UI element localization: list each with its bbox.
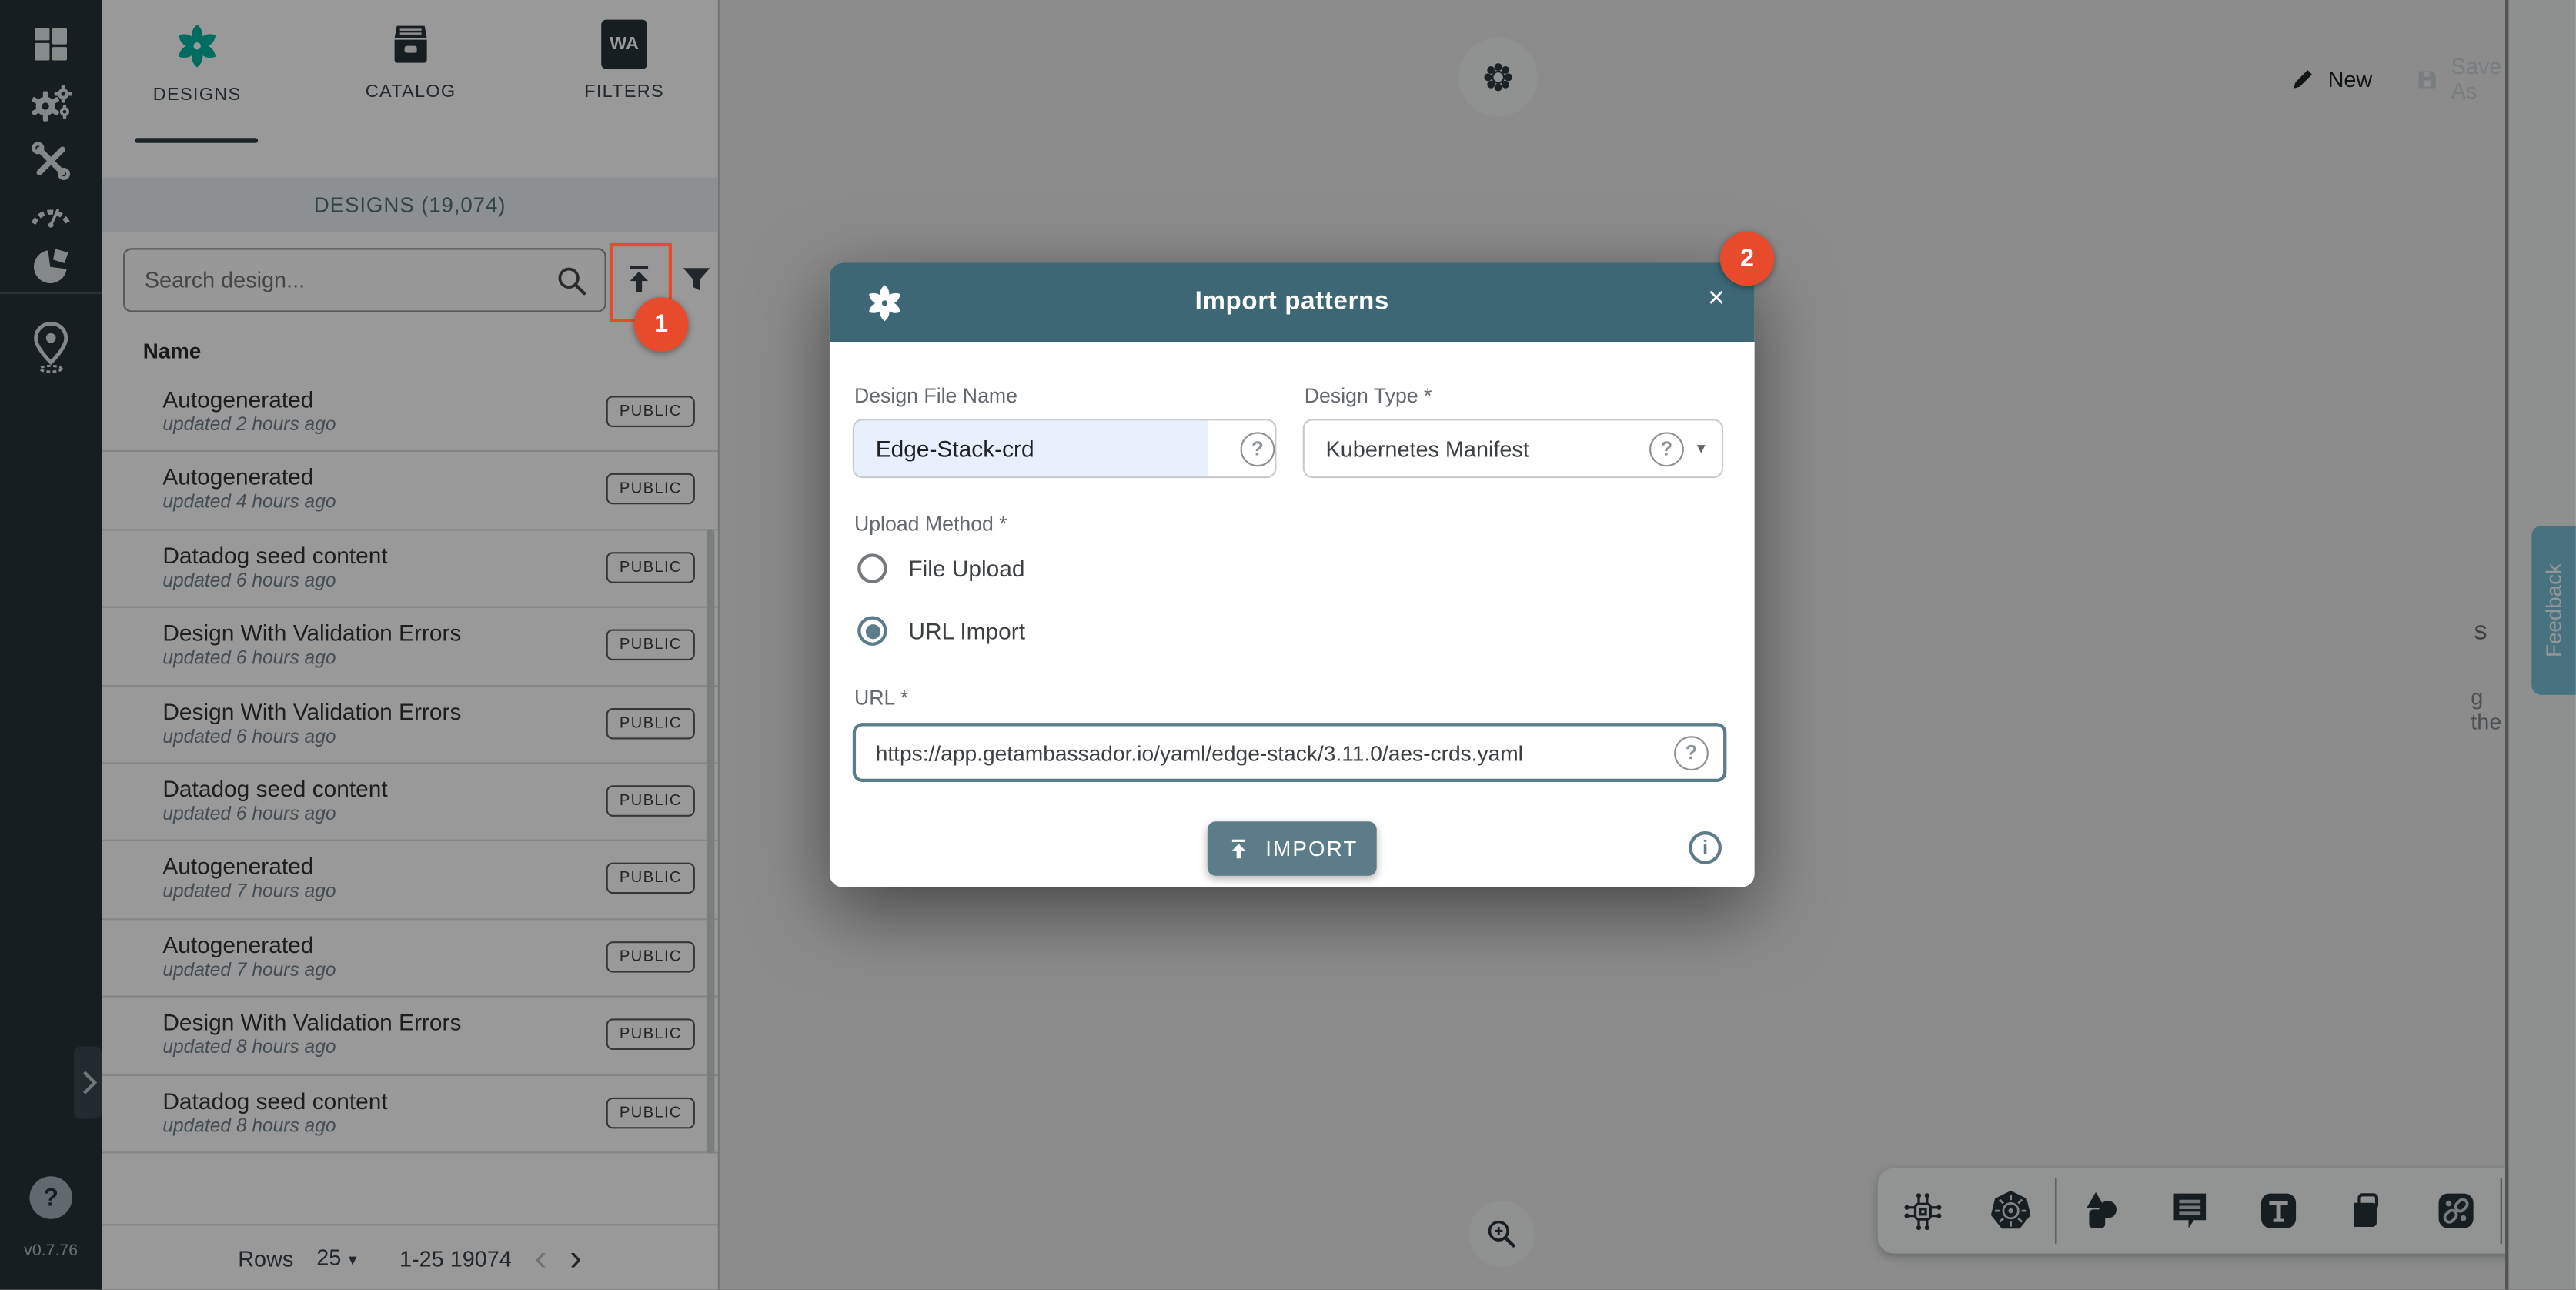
design-type-label: Design Type * <box>1305 384 1432 407</box>
design-type-select[interactable]: Kubernetes Manifest ? ▾ <box>1303 419 1723 478</box>
help-tooltip-icon[interactable]: ? <box>1649 431 1684 466</box>
radio-unchecked-icon <box>857 553 887 583</box>
modal-title: Import patterns <box>830 288 1755 317</box>
url-input[interactable] <box>856 738 1674 766</box>
help-tooltip-icon[interactable]: ? <box>1674 735 1709 770</box>
import-patterns-modal: Import patterns × Design File Name Desig… <box>830 263 1755 887</box>
upload-method-label: Upload Method * <box>854 513 1007 536</box>
import-button[interactable]: IMPORT <box>1208 821 1377 875</box>
caret-down-icon: ▾ <box>1697 439 1706 457</box>
design-file-name-field: ? <box>853 419 1277 478</box>
design-type-value: Kubernetes Manifest <box>1305 436 1649 461</box>
info-icon[interactable]: i <box>1689 831 1722 864</box>
url-label: URL * <box>854 687 908 710</box>
url-import-label: URL Import <box>908 618 1025 644</box>
file-upload-radio[interactable]: File Upload <box>857 553 1024 583</box>
import-button-label: IMPORT <box>1265 836 1358 861</box>
design-file-name-input[interactable] <box>854 434 1191 463</box>
design-file-name-label: Design File Name <box>854 384 1017 407</box>
url-field: ? <box>853 723 1727 782</box>
close-icon[interactable]: × <box>1708 282 1725 312</box>
meshery-app: ? v0.7.76 DESIGNS CATALOG WA FILTERS DES… <box>0 0 2576 1290</box>
url-import-radio[interactable]: URL Import <box>857 616 1025 645</box>
help-tooltip-icon[interactable]: ? <box>1241 431 1275 466</box>
file-upload-label: File Upload <box>908 555 1024 581</box>
modal-header: Import patterns × <box>830 263 1755 342</box>
radio-checked-icon <box>857 616 887 645</box>
annotation-step-2: 2 <box>1720 232 1774 286</box>
upload-icon <box>1226 835 1252 861</box>
annotation-step-1: 1 <box>634 297 688 351</box>
